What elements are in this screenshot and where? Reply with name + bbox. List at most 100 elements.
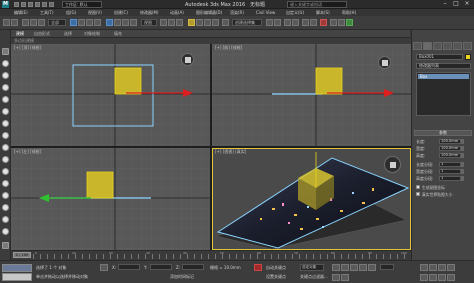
object-name-field[interactable]: Box001	[416, 54, 463, 60]
spinner-icon[interactable]	[461, 146, 464, 151]
named-selection-set-dropdown[interactable]: 创建选择集	[232, 19, 262, 26]
display-all-icon[interactable]	[2, 192, 9, 199]
render-production-icon[interactable]	[346, 19, 353, 26]
add-time-tag-button[interactable]: 添加时间标记	[170, 274, 194, 280]
rendered-frame-window-icon[interactable]	[338, 19, 345, 26]
viewcube-icon[interactable]	[378, 56, 391, 69]
display-space-warps-icon[interactable]	[2, 120, 9, 127]
box-object[interactable]	[86, 171, 114, 199]
close-icon[interactable]: ×	[462, 0, 472, 8]
param-length-input[interactable]: 100.0mm	[439, 139, 461, 144]
spinner-icon[interactable]	[461, 153, 464, 158]
real-world-map-checkbox[interactable]	[416, 192, 420, 196]
zoom-icon[interactable]	[420, 264, 428, 271]
go-to-start-icon[interactable]	[332, 264, 340, 271]
undo-icon[interactable]	[35, 2, 40, 7]
lock-selection-icon[interactable]	[100, 264, 108, 271]
display-frozen-icon[interactable]	[2, 168, 9, 175]
container-explorer-icon[interactable]	[2, 48, 9, 55]
workspace-dropdown[interactable]: 工作区: 默认	[62, 1, 102, 8]
select-and-rotate-icon[interactable]	[114, 19, 121, 26]
reference-coordinate-dropdown[interactable]: 视图	[141, 19, 157, 26]
modify-tab-icon[interactable]	[423, 42, 432, 50]
key-filters-button[interactable]: 关键点过滤器...	[300, 274, 328, 280]
param-height-segs-input[interactable]: 1	[439, 176, 461, 181]
window-crossing-icon[interactable]	[94, 19, 101, 26]
keyboard-shortcut-icon[interactable]	[176, 19, 183, 26]
param-length-segs-input[interactable]: 1	[439, 162, 461, 167]
spinner-icon[interactable]	[461, 176, 464, 181]
maxscript-output[interactable]	[2, 273, 32, 281]
y-coord-input[interactable]	[150, 264, 172, 270]
display-shapes-icon[interactable]	[2, 72, 9, 79]
set-key-button[interactable]: 设置关键点	[266, 274, 286, 280]
mirror-icon[interactable]	[266, 19, 273, 26]
select-by-name-icon[interactable]	[78, 19, 85, 26]
app-logo-icon[interactable]: M	[2, 1, 9, 8]
new-file-icon[interactable]	[14, 2, 19, 7]
display-hidden-icon[interactable]	[2, 180, 9, 187]
viewcube-icon[interactable]	[181, 53, 194, 66]
place-icon[interactable]	[130, 19, 137, 26]
viewport-top[interactable]: [+] [顶] [线框]	[11, 44, 210, 146]
x-coord-input[interactable]	[118, 264, 140, 270]
previous-frame-icon[interactable]	[341, 264, 349, 271]
create-tab-icon[interactable]	[413, 42, 422, 50]
zoom-all-icon[interactable]	[429, 264, 437, 271]
object-color-swatch[interactable]	[465, 54, 471, 60]
go-to-end-icon[interactable]	[368, 264, 376, 271]
snaps-toggle-icon[interactable]	[188, 19, 195, 26]
display-tab-icon[interactable]	[453, 42, 462, 50]
tab-freeform[interactable]: 自由形式	[34, 31, 50, 37]
time-slider[interactable]: 0 / 100	[13, 252, 31, 258]
tab-selection[interactable]: 选择	[64, 31, 72, 37]
viewport-top-label[interactable]: [+] [顶] [线框]	[14, 45, 41, 51]
invert-display-icon[interactable]	[2, 216, 9, 223]
redo-icon[interactable]	[42, 2, 47, 7]
display-none-icon[interactable]	[2, 204, 9, 211]
maximize-icon[interactable]: □	[451, 0, 461, 8]
auto-key-button[interactable]: 自动关键点	[266, 265, 286, 271]
modifier-list-dropdown[interactable]: 修改器列表	[416, 63, 471, 69]
tab-populate[interactable]: 填充	[114, 31, 122, 37]
viewport-front-label[interactable]: [+] [前] [线框]	[215, 45, 242, 51]
current-frame-input[interactable]	[380, 264, 394, 270]
display-xrefs-icon[interactable]	[2, 144, 9, 151]
percent-snap-icon[interactable]	[204, 19, 211, 26]
select-and-move-icon[interactable]	[106, 19, 113, 26]
key-mode-icon[interactable]	[332, 274, 340, 281]
undo-icon[interactable]	[3, 19, 10, 26]
minimize-icon[interactable]: –	[440, 0, 450, 8]
viewport-left-label[interactable]: [+] [左] [线框]	[14, 149, 41, 155]
gen-mapping-checkbox[interactable]	[416, 185, 420, 189]
layer-explorer-icon[interactable]	[284, 19, 291, 26]
display-helpers-icon[interactable]	[2, 108, 9, 115]
edit-named-selection-icon[interactable]	[222, 19, 229, 26]
material-editor-icon[interactable]	[320, 19, 327, 26]
time-config-icon[interactable]	[341, 274, 349, 281]
scene-explorer-icon[interactable]	[2, 242, 9, 249]
project-folder-icon[interactable]	[49, 2, 54, 7]
link-icon[interactable]	[22, 19, 29, 26]
zoom-extents-all-icon[interactable]	[447, 264, 455, 271]
curve-editor-icon[interactable]	[302, 19, 309, 26]
pivot-center-icon[interactable]	[160, 19, 167, 26]
parameters-rollout[interactable]: 参数	[414, 130, 472, 136]
pan-view-icon[interactable]	[429, 274, 437, 281]
unlink-icon[interactable]	[30, 19, 37, 26]
viewport-front[interactable]: [+] [前] [线框]	[212, 44, 411, 146]
modifier-stack-item[interactable]: Box	[418, 74, 469, 79]
viewport-perspective-label[interactable]: [+] [透视] [真实]	[215, 149, 246, 155]
open-file-icon[interactable]	[21, 2, 26, 7]
maximize-viewport-icon[interactable]	[447, 274, 455, 281]
selection-filter-dropdown[interactable]: 全部	[48, 19, 66, 26]
maxscript-listener[interactable]	[2, 264, 32, 272]
bind-space-warp-icon[interactable]	[38, 19, 45, 26]
display-lights-icon[interactable]	[2, 84, 9, 91]
key-target-dropdown[interactable]: 选定对象	[300, 264, 324, 271]
select-object-icon[interactable]	[70, 19, 77, 26]
angle-snap-icon[interactable]	[196, 19, 203, 26]
tab-modeling[interactable]: 建模	[16, 31, 24, 37]
viewcube-icon[interactable]	[384, 156, 401, 173]
spinner-snap-icon[interactable]	[212, 19, 219, 26]
